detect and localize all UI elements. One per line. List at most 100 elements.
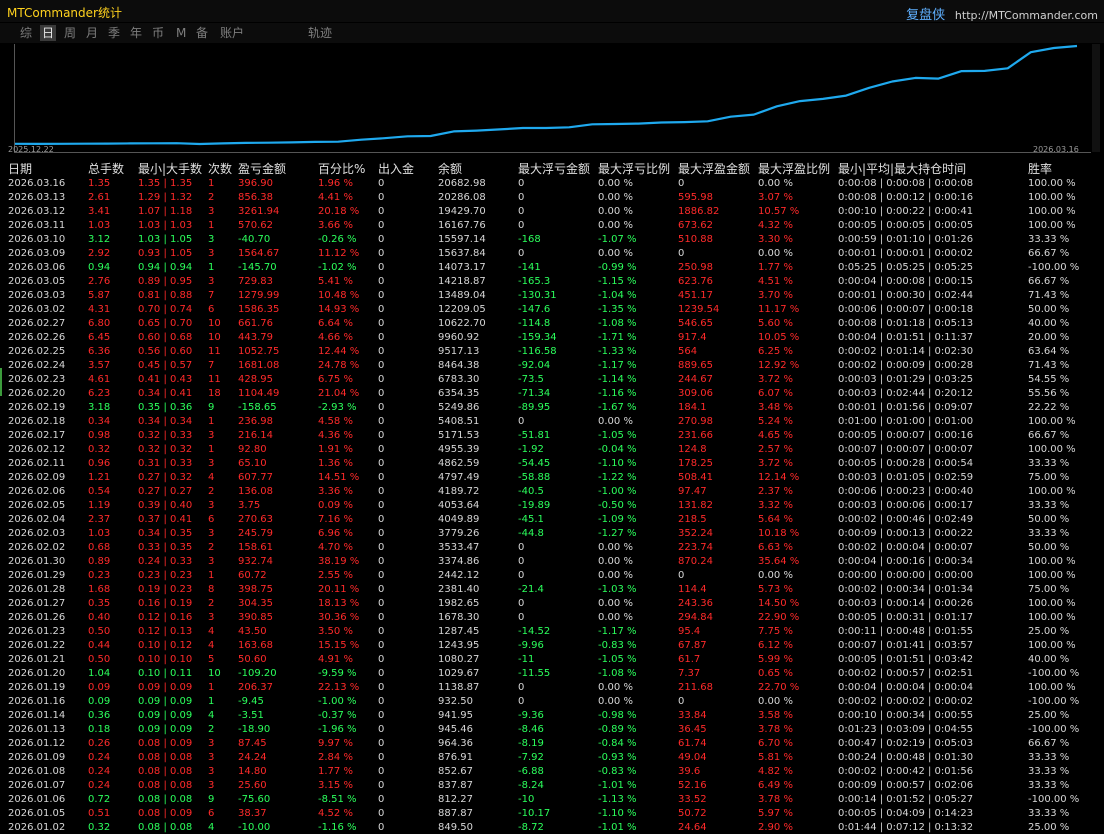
table-row[interactable]: 2026.02.02 0.68 0.33 | 0.35 2 158.61 4.70 % 0 3… (0, 541, 1104, 555)
column-header-pct: 百分比% (318, 162, 366, 176)
cell-pnl: 856.38 (238, 192, 273, 203)
table-row[interactable]: 2026.01.07 0.24 0.08 | 0.08 3 25.60 3.15 % 0 83… (0, 779, 1104, 793)
table-row[interactable]: 2026.02.17 0.98 0.32 | 0.33 3 216.14 4.36 % 0 5… (0, 429, 1104, 443)
table-row[interactable]: 2026.02.25 6.36 0.56 | 0.60 11 1052.75 12.44 … (0, 345, 1104, 359)
cell-hold: 0:00:10 | 0:00:34 | 0:00:55 (838, 710, 974, 721)
table-row[interactable]: 2026.01.28 1.68 0.19 | 0.23 8 398.75 20.11 % 0… (0, 583, 1104, 597)
cell-win: 75.00 % (1028, 584, 1070, 595)
cell-bal: 3533.47 (438, 542, 480, 553)
cell-bal: 20682.98 (438, 178, 486, 189)
table-row[interactable]: 2026.03.09 2.92 0.93 | 1.05 3 1564.67 11.12 %… (0, 247, 1104, 261)
table-row[interactable]: 2026.02.11 0.96 0.31 | 0.33 3 65.10 1.36 % 0 48… (0, 457, 1104, 471)
table-row[interactable]: 2026.03.10 3.12 1.03 | 1.05 3 -40.70 -0.26 % 0… (0, 233, 1104, 247)
cell-mfl: 0 (518, 220, 525, 231)
table-row[interactable]: 2026.01.29 0.23 0.23 | 0.23 1 60.72 2.55 % 0 24… (0, 569, 1104, 583)
table-row[interactable]: 2026.01.21 0.50 0.10 | 0.10 5 50.60 4.91 % 0 10… (0, 653, 1104, 667)
table-row[interactable]: 2026.01.09 0.24 0.08 | 0.08 3 24.24 2.84 % 0 87… (0, 751, 1104, 765)
cell-io: 0 (378, 472, 385, 483)
table-row[interactable]: 2026.03.02 4.31 0.70 | 0.74 6 1586.35 14.93 %… (0, 303, 1104, 317)
chart-end-date: 2026.03.16 (1033, 145, 1079, 154)
table-row[interactable]: 2026.01.22 0.44 0.10 | 0.12 4 163.68 15.15 % 0… (0, 639, 1104, 653)
column-header-date: 日期 (8, 162, 33, 176)
cell-io: 0 (378, 640, 385, 651)
brand-url-link[interactable]: http://MTCommander.com (955, 9, 1098, 22)
table-row[interactable]: 2026.03.03 5.87 0.81 | 0.88 7 1279.99 10.48 %… (0, 289, 1104, 303)
tab-9[interactable]: 账户 (218, 25, 246, 41)
table-row[interactable]: 2026.02.18 0.34 0.34 | 0.34 1 236.98 4.58 % 0 5… (0, 415, 1104, 429)
cell-pnl: 158.61 (238, 542, 273, 553)
chart-scrollbar[interactable] (1092, 44, 1100, 152)
cell-win: 50.00 % (1028, 542, 1070, 553)
table-row[interactable]: 2026.03.06 0.94 0.94 | 0.94 1 -145.70 -1.02 %… (0, 261, 1104, 275)
cell-win: 25.00 % (1028, 822, 1070, 833)
cell-mfp: 309.06 (678, 388, 713, 399)
cell-date: 2026.01.12 (8, 738, 66, 749)
table-row[interactable]: 2026.02.19 3.18 0.35 | 0.36 9 -158.65 -2.93 %… (0, 401, 1104, 415)
cell-date: 2026.02.27 (8, 318, 66, 329)
cell-mfp: 39.6 (678, 766, 701, 777)
table-row[interactable]: 2026.01.16 0.09 0.09 | 0.09 1 -9.45 -1.00 % 0 9… (0, 695, 1104, 709)
table-row[interactable]: 2026.01.13 0.18 0.09 | 0.09 2 -18.90 -1.96 % 0… (0, 723, 1104, 737)
cell-mfl: -71.34 (518, 388, 551, 399)
table-row[interactable]: 2026.03.13 2.61 1.29 | 1.32 2 856.38 4.41 % 0 2… (0, 191, 1104, 205)
cell-pct: 9.97 % (318, 738, 353, 749)
table-row[interactable]: 2026.01.30 0.89 0.24 | 0.33 3 932.74 38.19 % 0… (0, 555, 1104, 569)
table-row[interactable]: 2026.02.26 6.45 0.60 | 0.68 10 443.79 4.66 % 0… (0, 331, 1104, 345)
tab-0[interactable]: 综 (18, 25, 34, 41)
table-row[interactable]: 2026.01.06 0.72 0.08 | 0.08 9 -75.60 -8.51 % 0… (0, 793, 1104, 807)
tab-6[interactable]: 币 (150, 25, 166, 41)
tab-2[interactable]: 周 (62, 25, 78, 41)
tab-5[interactable]: 年 (128, 25, 144, 41)
table-row[interactable]: 2026.03.16 1.35 1.35 | 1.35 1 396.90 1.96 % 0 2… (0, 177, 1104, 191)
table-row[interactable]: 2026.02.04 2.37 0.37 | 0.41 6 270.63 7.16 % 0 4… (0, 513, 1104, 527)
cell-mfpp: 6.70 % (758, 738, 793, 749)
table-row[interactable]: 2026.01.12 0.26 0.08 | 0.09 3 87.45 9.97 % 0 96… (0, 737, 1104, 751)
table-row[interactable]: 2026.01.23 0.50 0.12 | 0.13 4 43.50 3.50 % 0 12… (0, 625, 1104, 639)
table-row[interactable]: 2026.02.09 1.21 0.27 | 0.32 4 607.77 14.51 % 0… (0, 471, 1104, 485)
table-row[interactable]: 2026.02.24 3.57 0.45 | 0.57 7 1681.08 24.78 %… (0, 359, 1104, 373)
cell-mfpp: 5.24 % (758, 416, 793, 427)
table-row[interactable]: 2026.01.19 0.09 0.09 | 0.09 1 206.37 22.13 % 0… (0, 681, 1104, 695)
cell-win: 33.33 % (1028, 752, 1070, 763)
table-row[interactable]: 2026.02.03 1.03 0.34 | 0.35 3 245.79 6.96 % 0 3… (0, 527, 1104, 541)
table-row[interactable]: 2026.01.05 0.51 0.08 | 0.09 6 38.37 4.52 % 0 88… (0, 807, 1104, 821)
table-row[interactable]: 2026.03.11 1.03 1.03 | 1.03 1 570.62 3.66 % 0 1… (0, 219, 1104, 233)
cell-mfp: 131.82 (678, 500, 713, 511)
tab-8[interactable]: 备 (194, 25, 210, 41)
cell-lots: 0.50 (88, 626, 111, 637)
cell-date: 2026.03.12 (8, 206, 66, 217)
table-row[interactable]: 2026.02.27 6.80 0.65 | 0.70 10 661.76 6.64 % 0… (0, 317, 1104, 331)
cell-io: 0 (378, 178, 385, 189)
cell-minmax: 1.03 | 1.05 (138, 234, 193, 245)
table-row[interactable]: 2026.01.02 0.32 0.08 | 0.08 4 -10.00 -1.16 % 0… (0, 821, 1104, 834)
cell-minmax: 0.16 | 0.19 (138, 598, 193, 609)
tab-7[interactable]: M (174, 25, 188, 41)
table-row[interactable]: 2026.02.20 6.23 0.34 | 0.41 18 1104.49 21.04 … (0, 387, 1104, 401)
cell-minmax: 0.35 | 0.36 (138, 402, 193, 413)
cell-date: 2026.01.21 (8, 654, 66, 665)
cell-pct: 4.36 % (318, 430, 353, 441)
cell-minmax: 1.03 | 1.03 (138, 220, 193, 231)
tab-10[interactable]: 轨迹 (306, 25, 334, 41)
table-row[interactable]: 2026.01.08 0.24 0.08 | 0.08 3 14.80 1.77 % 0 85… (0, 765, 1104, 779)
table-row[interactable]: 2026.02.05 1.19 0.39 | 0.40 3 3.75 0.09 % 0 405… (0, 499, 1104, 513)
tab-4[interactable]: 季 (106, 25, 122, 41)
table-row[interactable]: 2026.01.14 0.36 0.09 | 0.09 4 -3.51 -0.37 % 0 9… (0, 709, 1104, 723)
table-row[interactable]: 2026.02.23 4.61 0.41 | 0.43 11 428.95 6.75 % 0… (0, 373, 1104, 387)
cell-lots: 6.80 (88, 318, 111, 329)
tab-1[interactable]: 日 (40, 25, 57, 41)
table-row[interactable]: 2026.02.06 0.54 0.27 | 0.27 2 136.08 3.36 % 0 4… (0, 485, 1104, 499)
table-row[interactable]: 2026.01.26 0.40 0.12 | 0.16 3 390.85 30.36 % 0… (0, 611, 1104, 625)
table-row[interactable]: 2026.01.20 1.04 0.10 | 0.11 10 -109.20 -9.59 … (0, 667, 1104, 681)
table-row[interactable]: 2026.01.27 0.35 0.16 | 0.19 2 304.35 18.13 % 0… (0, 597, 1104, 611)
table-row[interactable]: 2026.03.05 2.76 0.89 | 0.95 3 729.83 5.41 % 0 1… (0, 275, 1104, 289)
cell-count: 2 (208, 598, 215, 609)
cell-mfl: 0 (518, 556, 525, 567)
cell-count: 6 (208, 808, 215, 819)
cell-mfl: 0 (518, 192, 525, 203)
cell-hold: 0:00:06 | 0:00:23 | 0:00:40 (838, 486, 974, 497)
table-row[interactable]: 2026.03.12 3.41 1.07 | 1.18 3 3261.94 20.18 %… (0, 205, 1104, 219)
table-row[interactable]: 2026.02.12 0.32 0.32 | 0.32 1 92.80 1.91 % 0 49… (0, 443, 1104, 457)
cell-minmax: 0.60 | 0.68 (138, 332, 193, 343)
tab-3[interactable]: 月 (84, 25, 100, 41)
